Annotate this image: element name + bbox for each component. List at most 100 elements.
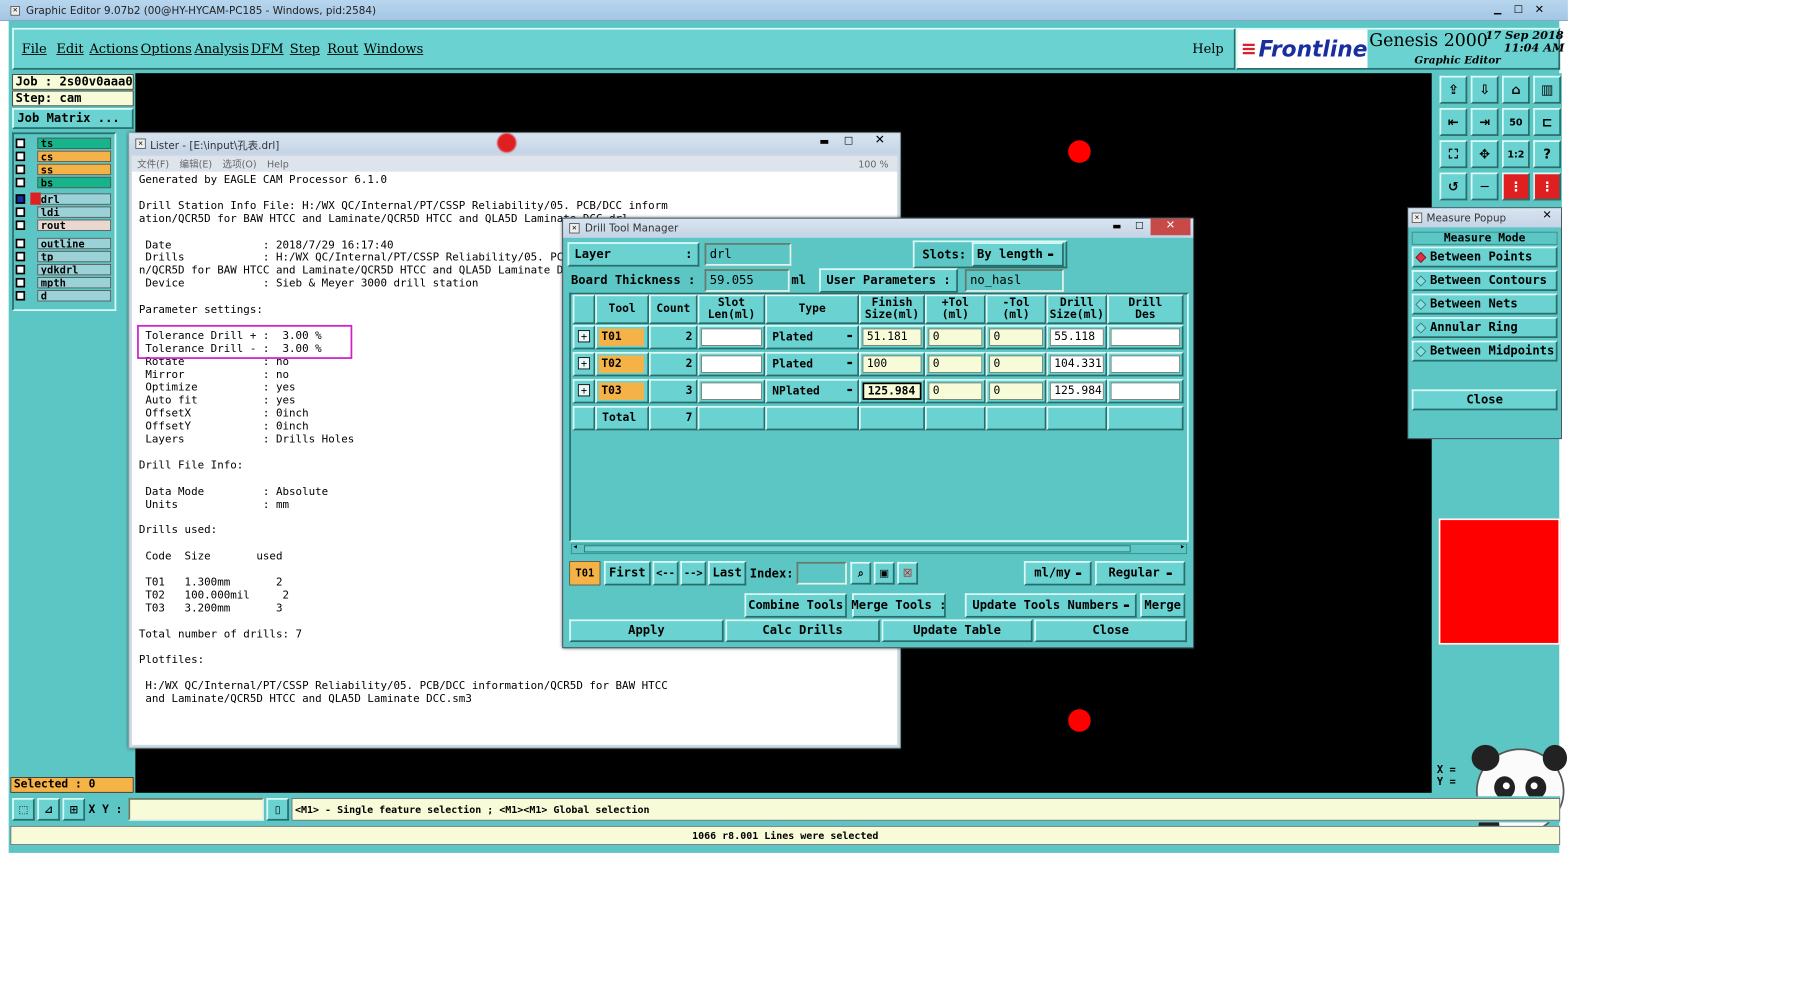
menu-edit[interactable]: Edit [56, 41, 83, 57]
layer-checkbox[interactable] [15, 251, 26, 261]
row-tool-cell[interactable]: T01 [595, 324, 650, 350]
lister-menu-edit[interactable]: 编辑(E) [180, 157, 213, 171]
layer-checkbox[interactable] [15, 264, 26, 274]
layer-row-cs[interactable]: cs [15, 150, 112, 162]
undo-icon[interactable]: ↺ [1439, 172, 1468, 201]
menu-actions[interactable]: Actions [89, 41, 138, 57]
layer-checkbox[interactable] [15, 151, 26, 161]
layer-checkbox[interactable] [15, 206, 26, 217]
layer-row-ydkdrl[interactable]: ydkdrl [15, 263, 112, 275]
combine-tools-button[interactable]: Combine Tools [744, 593, 847, 618]
row-slot-cell[interactable] [697, 378, 766, 404]
layer-checkbox[interactable] [15, 277, 26, 288]
measure-mode-option[interactable]: Between Nets [1411, 293, 1558, 315]
layer-row-ts[interactable]: ts [15, 137, 112, 149]
menu-analysis[interactable]: Analysis [194, 41, 249, 57]
first-button[interactable]: First [603, 561, 651, 586]
row-mtol-cell[interactable]: 0 [985, 378, 1047, 404]
dtm-user-params-button[interactable]: User Parameters : [819, 268, 958, 293]
merge-button[interactable]: Merge [1140, 593, 1186, 618]
prev-button[interactable]: <-- [652, 561, 679, 586]
menu-dfm[interactable]: DFM [251, 41, 284, 57]
row-slot-cell[interactable] [697, 351, 766, 377]
layer-checkbox[interactable] [15, 238, 26, 248]
layer-row-bs[interactable]: bs [15, 176, 112, 188]
right-icon[interactable]: ⇥ [1470, 108, 1499, 136]
layer-checkbox[interactable] [15, 290, 26, 301]
row-des-cell[interactable] [1107, 378, 1184, 404]
row-slot-cell[interactable] [697, 324, 766, 350]
row-drill-cell[interactable]: 125.984 [1046, 378, 1108, 404]
zoom-area-icon[interactable]: ⬚ [12, 798, 35, 821]
row-drill-cell[interactable]: 104.331 [1046, 351, 1108, 377]
table-hscrollbar[interactable]: ◂ ▸ [570, 542, 1188, 555]
layer-row-ldi[interactable]: ldi [15, 206, 112, 218]
layer-row-drl[interactable]: drl [15, 192, 112, 205]
fit-icon[interactable]: ⛶ [1439, 140, 1468, 169]
layer-checkbox[interactable] [15, 193, 26, 204]
measure-mode-option[interactable]: Annular Ring [1411, 317, 1558, 339]
measure-close-button[interactable]: Close [1411, 389, 1558, 411]
row-expand-button[interactable]: + [572, 324, 596, 350]
center-icon[interactable]: ✥ [1470, 140, 1499, 169]
dtm-user-params-field[interactable]: no_hasl [964, 269, 1064, 292]
os-close-button[interactable]: ✕ [1531, 3, 1548, 17]
layer-map-icon[interactable]: ⋮ [1533, 172, 1561, 201]
menu-windows[interactable]: Windows [364, 41, 424, 57]
layer-row-tp[interactable]: tp [15, 250, 112, 262]
layer-checkbox[interactable] [15, 219, 26, 230]
measure-mode-option[interactable]: Between Points [1411, 246, 1558, 268]
dtm-layer-field[interactable]: drl [704, 243, 792, 266]
menu-help[interactable]: Help [1192, 41, 1224, 57]
row-tool-cell[interactable]: T03 [595, 378, 650, 404]
measure-mode-option[interactable]: Between Contours [1411, 270, 1558, 291]
calc-drills-button[interactable]: Calc Drills [725, 619, 880, 643]
menu-step[interactable]: Step [290, 41, 320, 57]
layer-row-outline[interactable]: outline [15, 237, 112, 249]
dtm-close-action-button[interactable]: Close [1034, 619, 1188, 643]
row-expand-button[interactable]: + [572, 378, 596, 404]
search-icon[interactable]: ⌕ [850, 561, 872, 585]
xy-input[interactable] [128, 798, 264, 821]
save-icon[interactable]: ▣ [873, 561, 895, 585]
save-down-icon[interactable]: ⇩ [1470, 75, 1499, 104]
row-ptol-cell[interactable]: 0 [924, 324, 986, 350]
row-mtol-cell[interactable]: 0 [985, 324, 1047, 350]
measure-close-icon[interactable]: ✕ [1538, 209, 1557, 225]
row-ptol-cell[interactable]: 0 [924, 351, 986, 377]
row-finish-cell[interactable]: 100 [859, 351, 925, 377]
apply-button[interactable]: Apply [569, 619, 724, 643]
lister-minimize-button[interactable]: ▬ [814, 135, 835, 151]
dtm-maximize-button[interactable]: ☐ [1130, 220, 1149, 234]
zoom-50-icon[interactable]: 50 [1501, 108, 1530, 136]
menu-file[interactable]: File [22, 41, 47, 57]
layer-row-d[interactable]: d [15, 289, 112, 301]
lister-close-button[interactable]: ✕ [864, 133, 895, 150]
layer-checkbox[interactable] [15, 177, 26, 187]
grid-icon[interactable]: ⊞ [62, 798, 86, 821]
row-type-cell[interactable]: Plated ▬ [765, 351, 860, 377]
delete-icon[interactable]: ☒ [897, 561, 919, 585]
update-table-button[interactable]: Update Table [881, 619, 1033, 643]
next-button[interactable]: --> [680, 561, 707, 586]
job-matrix-button[interactable]: Job Matrix ... [12, 108, 134, 129]
layer-checkbox[interactable] [15, 164, 26, 174]
row-type-cell[interactable]: NPlated ▬ [765, 378, 860, 404]
row-drill-cell[interactable]: 55.118 [1046, 324, 1108, 350]
row-ptol-cell[interactable]: 0 [924, 378, 986, 404]
layer-row-rout[interactable]: rout [15, 219, 112, 231]
last-button[interactable]: Last [708, 561, 747, 586]
xy-lock-icon[interactable]: ▯ [266, 798, 289, 821]
layer-row-ss[interactable]: ss [15, 163, 112, 175]
split-icon[interactable]: ▥ [1533, 75, 1561, 104]
lister-maximize-button[interactable]: ☐ [838, 135, 859, 151]
layer-checkbox[interactable] [15, 138, 26, 148]
ratio-icon[interactable]: 1:2 [1501, 140, 1530, 169]
dtm-layer-button[interactable]: Layer: [567, 242, 700, 267]
step-icon[interactable]: ⊏ [1533, 108, 1561, 136]
dtm-close-button[interactable]: ✕ [1150, 218, 1191, 236]
left-icon[interactable]: ⇤ [1439, 108, 1468, 136]
row-mtol-cell[interactable]: 0 [985, 351, 1047, 377]
menu-rout[interactable]: Rout [327, 41, 358, 57]
mode-select[interactable]: Regular ▬ [1095, 561, 1186, 586]
